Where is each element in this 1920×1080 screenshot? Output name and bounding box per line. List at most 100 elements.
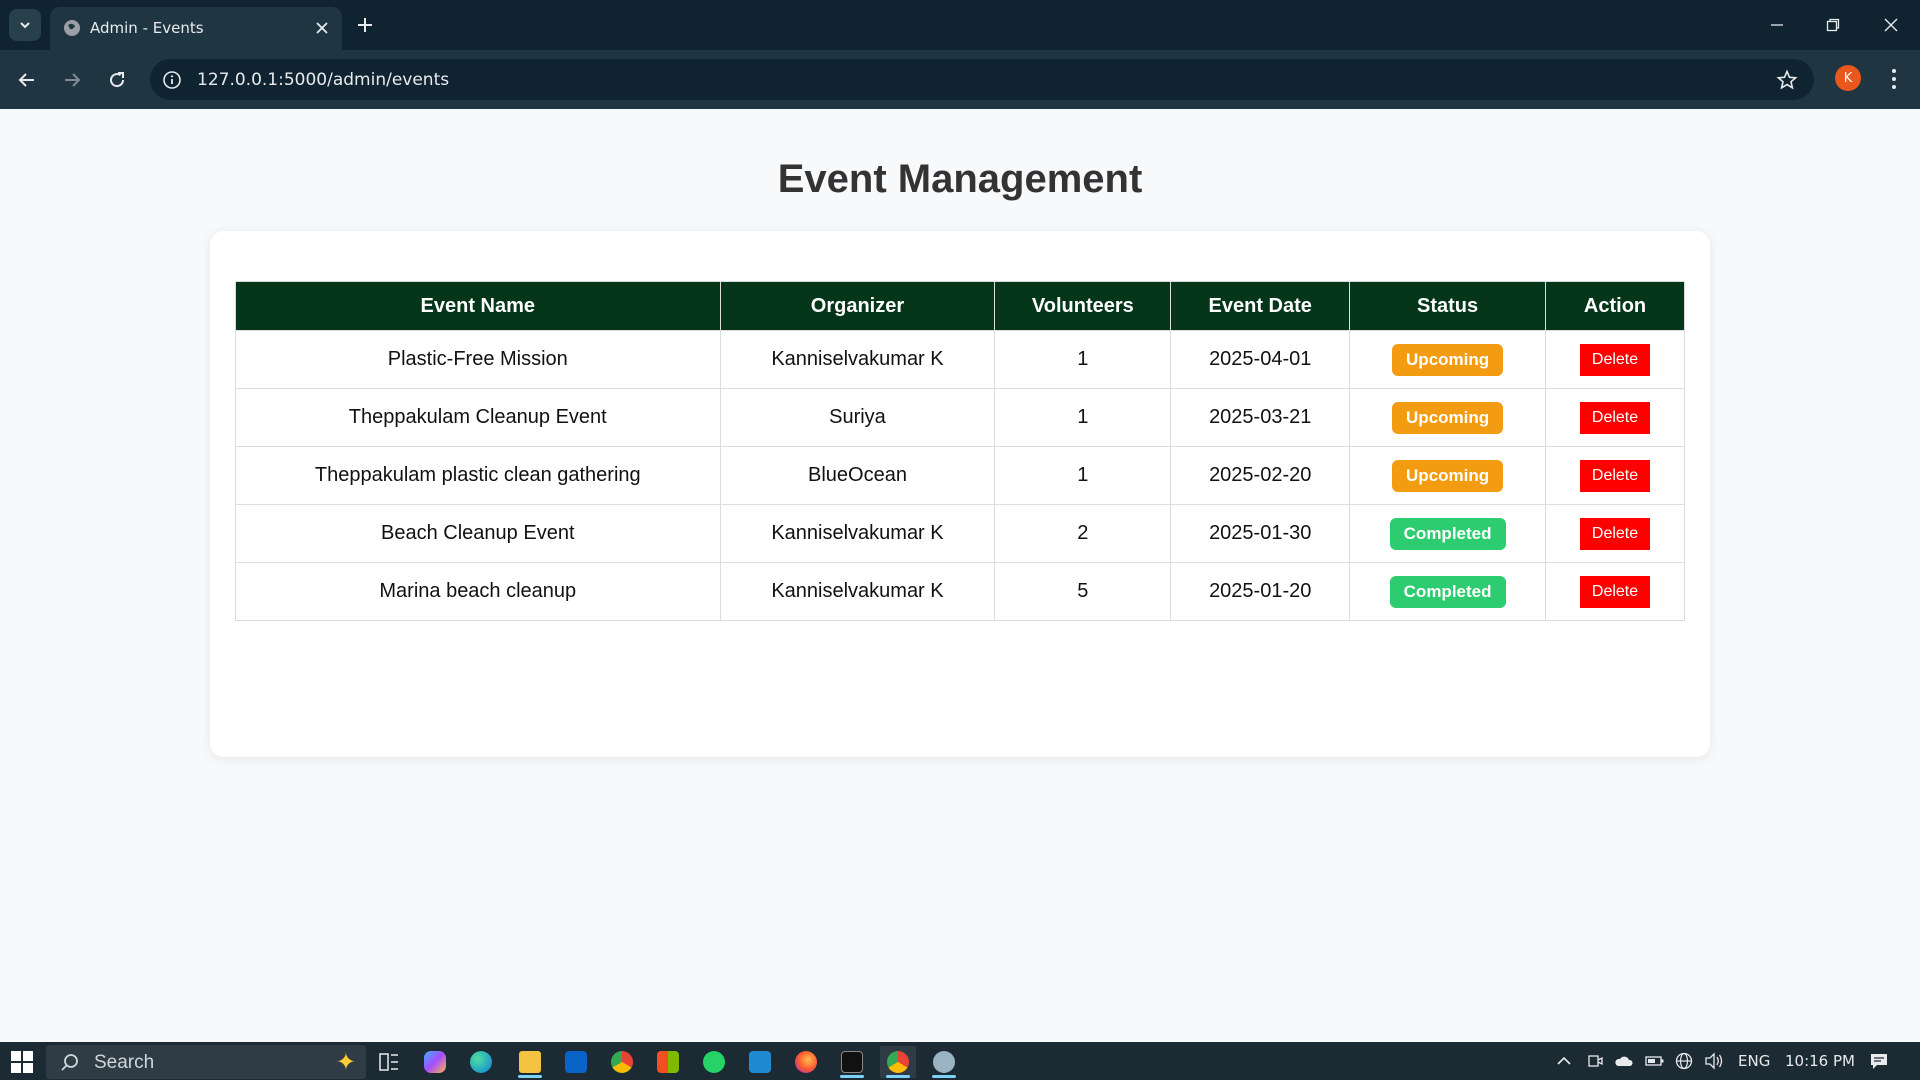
action-cell: Delete: [1545, 446, 1685, 505]
column-header-event-date: Event Date: [1170, 281, 1351, 331]
table-row: Plastic-Free Mission Kanniselvakumar K 1…: [235, 330, 1685, 389]
event-name-cell: Theppakulam plastic clean gathering: [235, 446, 721, 505]
page-title: Event Management: [777, 157, 1143, 201]
info-icon[interactable]: [161, 69, 183, 91]
delete-button[interactable]: Delete: [1579, 517, 1651, 550]
status-cell: Completed: [1349, 562, 1547, 621]
delete-button[interactable]: Delete: [1579, 459, 1651, 492]
events-card: Event Name Organizer Volunteers Event Da…: [210, 231, 1710, 757]
firefox-button[interactable]: [788, 1046, 824, 1078]
edge-button[interactable]: [463, 1046, 499, 1078]
status-badge: Upcoming: [1392, 459, 1504, 492]
copilot-button[interactable]: [417, 1046, 453, 1078]
delete-button[interactable]: Delete: [1579, 401, 1651, 434]
status-badge: Completed: [1389, 517, 1506, 550]
column-header-status: Status: [1349, 281, 1547, 331]
volunteers-cell: 2: [994, 504, 1172, 563]
status-cell: Upcoming: [1349, 330, 1547, 389]
volume-icon[interactable]: [1704, 1052, 1724, 1070]
back-button[interactable]: [12, 65, 42, 95]
chevron-up-icon[interactable]: [1555, 1053, 1573, 1069]
delete-button[interactable]: Delete: [1579, 575, 1651, 608]
table-row: Beach Cleanup Event Kanniselvakumar K 2 …: [235, 504, 1685, 563]
event-name-cell: Marina beach cleanup: [235, 562, 721, 621]
tab-title: Admin - Events: [90, 19, 204, 37]
terminal-button[interactable]: [834, 1046, 870, 1078]
action-cell: Delete: [1545, 388, 1685, 447]
table-header-row: Event Name Organizer Volunteers Event Da…: [235, 281, 1685, 331]
minimize-button[interactable]: [1765, 13, 1789, 37]
event-name-cell: Theppakulam Cleanup Event: [235, 388, 721, 447]
arrow-left-icon: [18, 73, 34, 87]
vscode-button[interactable]: [742, 1046, 778, 1078]
url-text[interactable]: 127.0.0.1:5000/admin/events: [197, 70, 449, 90]
column-header-organizer: Organizer: [719, 281, 996, 331]
volunteers-cell: 5: [994, 562, 1172, 621]
task-view-button[interactable]: [371, 1046, 407, 1078]
table-row: Theppakulam Cleanup Event Suriya 1 2025-…: [235, 388, 1685, 447]
event-date-cell: 2025-02-20: [1170, 446, 1351, 505]
globe-icon: [64, 20, 80, 36]
forward-button[interactable]: [57, 65, 87, 95]
restore-button[interactable]: [1821, 13, 1845, 37]
whatsapp-button[interactable]: [696, 1046, 732, 1078]
outlook-button[interactable]: [558, 1046, 594, 1078]
copilot-icon: [424, 1051, 446, 1073]
close-window-button[interactable]: [1879, 13, 1903, 37]
chrome-icon: [611, 1051, 633, 1073]
store-button[interactable]: [650, 1046, 686, 1078]
file-explorer-button[interactable]: [512, 1046, 548, 1078]
outlook-icon: [565, 1051, 587, 1073]
chrome-button[interactable]: [604, 1046, 640, 1078]
action-cell: Delete: [1545, 504, 1685, 563]
chrome-active-button[interactable]: [880, 1046, 916, 1078]
event-date-cell: 2025-01-30: [1170, 504, 1351, 563]
language-indicator[interactable]: ENG: [1738, 1052, 1770, 1070]
event-date-cell: 2025-04-01: [1170, 330, 1351, 389]
table-row: Marina beach cleanup Kanniselvakumar K 5…: [235, 562, 1685, 621]
delete-button[interactable]: Delete: [1579, 343, 1651, 376]
status-cell: Completed: [1349, 504, 1547, 563]
column-header-volunteers: Volunteers: [994, 281, 1172, 331]
windows-start-icon[interactable]: [11, 1051, 33, 1073]
action-cell: Delete: [1545, 562, 1685, 621]
task-view-icon: [379, 1053, 398, 1071]
whatsapp-icon: [703, 1051, 725, 1073]
event-name-cell: Beach Cleanup Event: [235, 504, 721, 563]
events-table: Event Name Organizer Volunteers Event Da…: [235, 281, 1685, 621]
terminal-icon: [841, 1051, 863, 1073]
status-badge: Completed: [1389, 575, 1506, 608]
organizer-cell: BlueOcean: [719, 446, 996, 505]
clock[interactable]: 10:16 PM: [1785, 1052, 1855, 1070]
close-window-icon: [1884, 18, 1898, 32]
app-button[interactable]: [926, 1046, 962, 1078]
search-icon: [61, 1054, 78, 1071]
minimize-icon: [1771, 24, 1783, 26]
address-bar[interactable]: 127.0.0.1:5000/admin/events: [150, 59, 1814, 100]
profile-avatar[interactable]: K: [1835, 65, 1861, 91]
event-name-cell: Plastic-Free Mission: [235, 330, 721, 389]
new-tab-plus-icon[interactable]: [354, 14, 376, 36]
notifications-icon[interactable]: [1869, 1052, 1889, 1070]
star-icon[interactable]: [1776, 69, 1798, 91]
chevron-down-icon: [20, 22, 30, 29]
volunteers-cell: 1: [994, 330, 1172, 389]
network-globe-icon[interactable]: [1675, 1052, 1693, 1070]
column-header-action: Action: [1545, 281, 1685, 331]
meet-now-icon[interactable]: [1587, 1053, 1603, 1069]
close-icon[interactable]: [314, 20, 330, 36]
organizer-cell: Suriya: [719, 388, 996, 447]
reload-button[interactable]: [102, 65, 132, 95]
onedrive-icon[interactable]: [1614, 1053, 1634, 1069]
battery-icon[interactable]: [1645, 1053, 1665, 1069]
browser-tab-active[interactable]: Admin - Events: [50, 7, 342, 50]
taskbar-search-box[interactable]: Search ✦: [46, 1045, 366, 1079]
volunteers-cell: 1: [994, 388, 1172, 447]
more-options-icon[interactable]: [1882, 66, 1906, 92]
event-date-cell: 2025-03-21: [1170, 388, 1351, 447]
status-cell: Upcoming: [1349, 388, 1547, 447]
tab-search-button[interactable]: [9, 9, 41, 41]
column-header-event-name: Event Name: [235, 281, 721, 331]
event-date-cell: 2025-01-20: [1170, 562, 1351, 621]
restore-icon: [1826, 18, 1840, 32]
